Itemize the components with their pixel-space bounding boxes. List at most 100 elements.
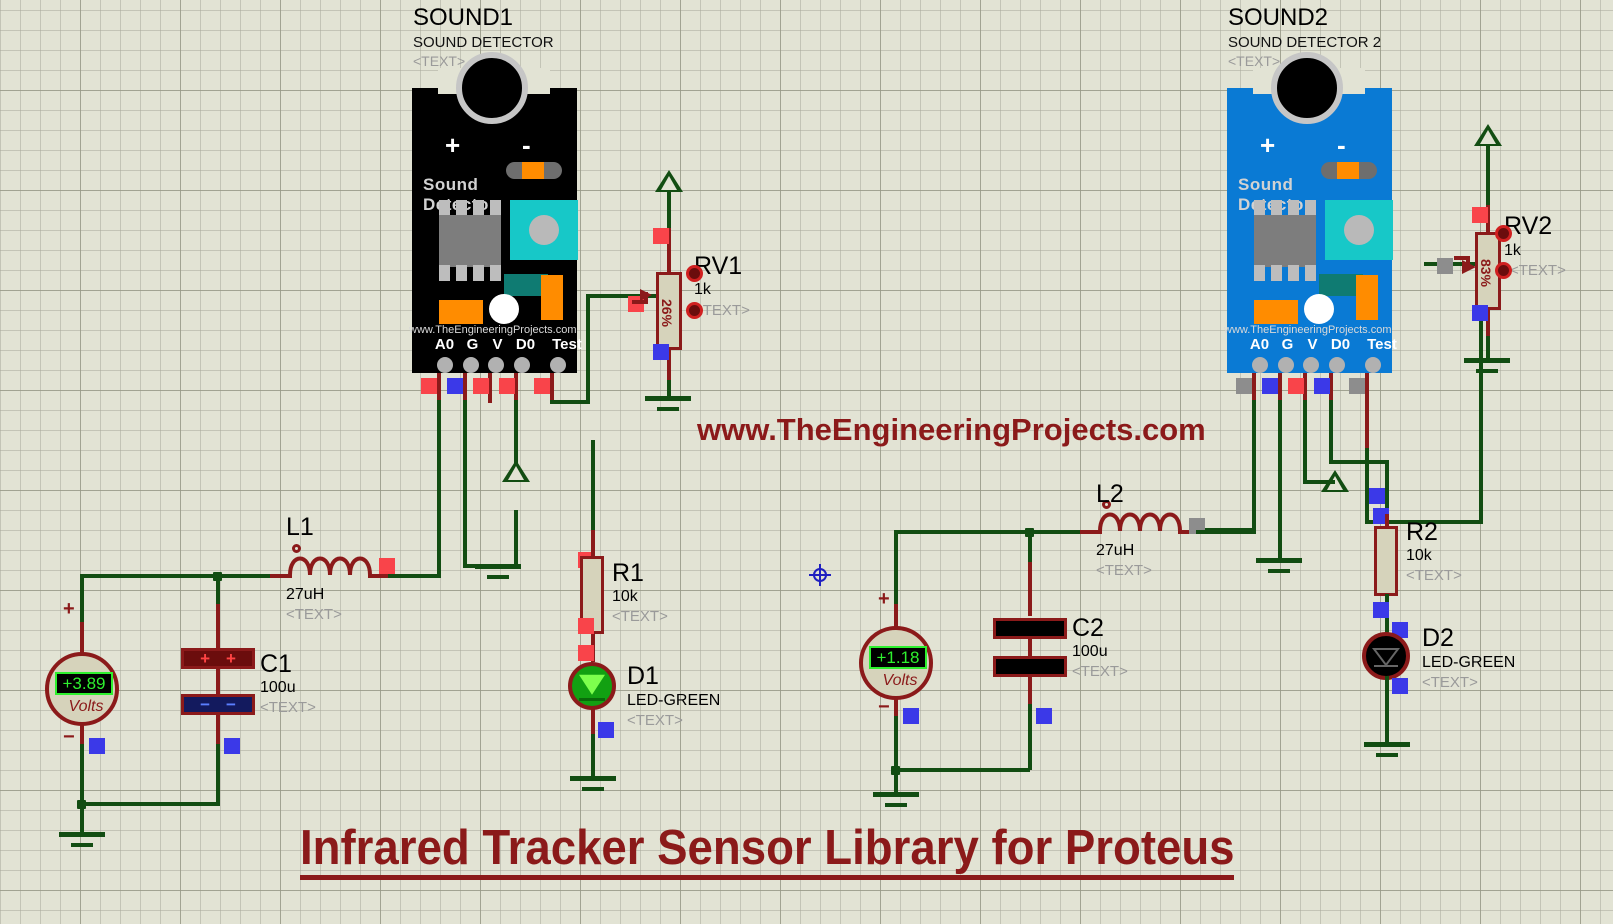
potentiometer-rv1[interactable]: 26%: [656, 272, 682, 350]
module2-silk-url: www.TheEngineeringProjects.com: [1224, 324, 1392, 336]
power-arrow-rv1: [655, 170, 683, 192]
wire-v1-bottom-rail: [80, 802, 220, 806]
wire-m1-g-down: [463, 400, 467, 568]
led-d2[interactable]: [1362, 632, 1410, 680]
microphone-icon: [456, 52, 528, 124]
wire-m1-a0-down: [437, 400, 441, 578]
c1-id: C1: [260, 650, 292, 678]
module2-orange-cap-left: [1254, 300, 1298, 324]
v2-reading: +1.18: [869, 646, 927, 669]
watermark-text: www.TheEngineeringProjects.com: [697, 412, 1206, 447]
wire-v1-top-rail: [80, 574, 220, 578]
r2-value: 10k: [1406, 547, 1432, 564]
probe-r1-bottom: [578, 645, 594, 661]
d2-id: D2: [1422, 624, 1454, 652]
l1-polarity-dot: [292, 544, 301, 553]
rv2-value: 1k: [1504, 242, 1521, 259]
module1-pad-g[interactable]: [463, 357, 479, 373]
led-d1[interactable]: [568, 662, 616, 710]
wire-m1-gnd-stub: [514, 510, 518, 568]
probe-rv1-top: [653, 228, 669, 244]
probe-m1-a0: [421, 378, 437, 394]
rv2-node-bottom[interactable]: [1495, 262, 1512, 279]
module1-pad-d0[interactable]: [514, 357, 530, 373]
rv1-value: 1k: [694, 281, 711, 298]
v1-minus-sign: −: [63, 726, 75, 748]
voltage-probe-v1[interactable]: +3.89 Volts: [45, 652, 119, 726]
c2-plate-bottom: [993, 656, 1067, 677]
module1-pad-test[interactable]: [550, 357, 566, 373]
r1-id: R1: [612, 559, 644, 587]
module1-pin-test: Test: [552, 336, 582, 353]
module2-pad-test[interactable]: [1365, 357, 1381, 373]
v1-unit: Volts: [68, 698, 104, 715]
microphone-icon: [1271, 52, 1343, 124]
probe-r1-mid: [578, 618, 594, 634]
v2-unit: Volts: [882, 672, 918, 689]
rv1-wiper-percent: 26%: [659, 298, 676, 328]
wire-m2-a0-leg: [1252, 373, 1256, 403]
wire-c2-mid: [1028, 639, 1032, 657]
probe-m2-a0: [1236, 378, 1252, 394]
rv2-node-top[interactable]: [1495, 225, 1512, 242]
wire-r1-top-green: [591, 440, 595, 530]
probe-rv1-bottom: [653, 344, 669, 360]
voltage-probe-v2[interactable]: +1.18 Volts: [859, 626, 933, 700]
wire-m2-g-down: [1278, 400, 1282, 562]
module2-pin-a0: A0: [1249, 336, 1270, 353]
rv1-node-bottom[interactable]: [686, 302, 703, 319]
wire-c1-top-green: [216, 574, 220, 608]
d1-device: LED-GREEN: [627, 692, 721, 709]
wire-l1-right-green: [388, 574, 440, 578]
r2-text: <TEXT>: [1406, 567, 1462, 584]
l1-id: L1: [286, 513, 314, 541]
module2-pad-a0[interactable]: [1252, 357, 1268, 373]
wire-v1-to-gnd: [80, 802, 84, 836]
module2-pad-v[interactable]: [1303, 357, 1319, 373]
module2-pad-g[interactable]: [1278, 357, 1294, 373]
module1-ic-pins-top: [439, 200, 501, 216]
module2-pin-test: Test: [1367, 336, 1397, 353]
module2-device: SOUND DETECTOR 2: [1228, 34, 1382, 51]
d1-text: <TEXT>: [627, 712, 683, 729]
inductor-l1-coil-icon: [288, 556, 372, 576]
wire-m2-d0-down: [1329, 400, 1333, 462]
wire-v2-top-rail: [894, 530, 1028, 534]
probe-c2-neg: [1036, 708, 1052, 724]
wire-m2-test-leg: [1365, 373, 1369, 451]
d1-id: D1: [627, 662, 659, 690]
power-arrow-m1: [502, 460, 530, 482]
resistor-r2[interactable]: [1374, 526, 1398, 596]
probe-m1-g: [447, 378, 463, 394]
wire-c2-top-red: [1028, 562, 1032, 616]
l1-text: <TEXT>: [286, 606, 342, 623]
probe-m1-test: [534, 378, 550, 394]
wire-m1-test-leg: [550, 373, 554, 403]
c1-plate-positive: ++: [181, 648, 255, 669]
rv1-node-top[interactable]: [686, 265, 703, 282]
v2-plus-sign: +: [878, 588, 890, 610]
v1-reading: +3.89: [55, 672, 113, 695]
rv2-text: <TEXT>: [1510, 262, 1566, 279]
power-arrow-rv2: [1474, 124, 1502, 146]
wire-d1-to-gnd: [591, 734, 595, 780]
wire-c1-bottom-red: [216, 714, 220, 748]
module1-pad-a0[interactable]: [437, 357, 453, 373]
module2-pad-d0[interactable]: [1329, 357, 1345, 373]
probe-m2-test: [1349, 378, 1365, 394]
module2-minus-label: -: [1337, 130, 1346, 160]
d2-diode-outline-icon: [1372, 648, 1400, 667]
page-title: Infrared Tracker Sensor Library for Prot…: [300, 821, 1235, 875]
module1-orange-cap-left: [439, 300, 483, 324]
module1-pad-v[interactable]: [488, 357, 504, 373]
wire-m2-test-down: [1365, 448, 1369, 524]
module2-orange-cap-right: [1356, 275, 1378, 320]
wire-v1-down: [80, 744, 84, 806]
module1-white-led: [489, 294, 519, 324]
probe-m1-v: [473, 378, 489, 394]
wire-m2-d0-right: [1329, 460, 1389, 464]
wire-v2-down: [894, 716, 898, 772]
module2-name: SOUND2: [1228, 4, 1329, 31]
probe-rv2-bottom: [1472, 305, 1488, 321]
l2-id: L2: [1096, 480, 1124, 508]
